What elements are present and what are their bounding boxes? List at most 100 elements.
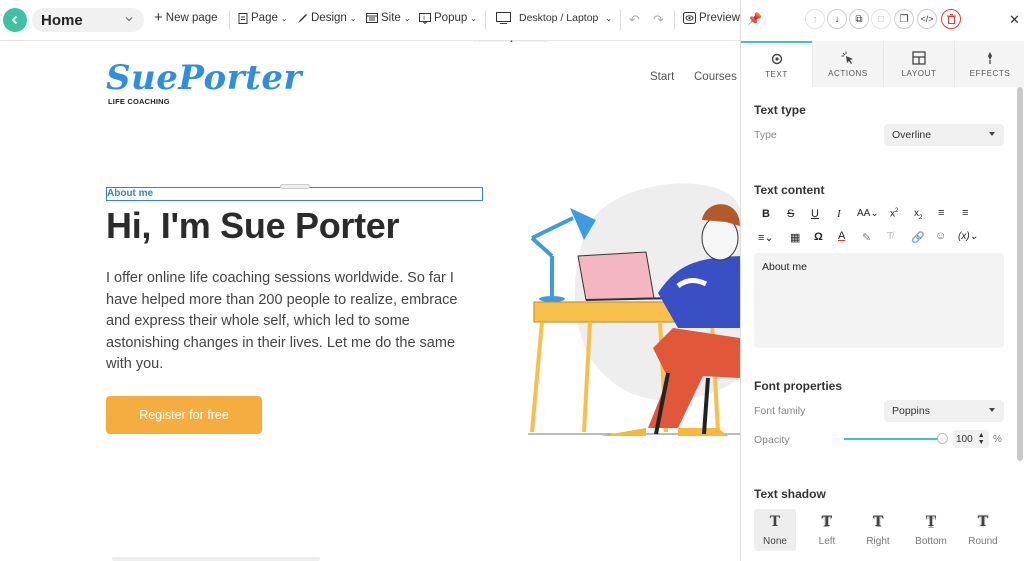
device-selector-label: Desktop / Laptop <box>519 12 599 24</box>
pin-icon[interactable]: 📌 <box>747 12 762 26</box>
preview-button[interactable]: Preview <box>683 12 740 24</box>
plus-icon: + <box>154 9 163 26</box>
tab-layout-label: LAYOUT <box>901 68 937 78</box>
hero-heading[interactable]: Hi, I'm Sue Porter <box>106 205 400 247</box>
page-menu-button[interactable]: Page ⌄ <box>238 12 288 24</box>
toolbar-divider <box>485 10 486 30</box>
hero-paragraph-line: with you. <box>106 356 164 373</box>
hero-paragraph[interactable]: I offer online life coaching sessions wo… <box>106 268 486 376</box>
type-select[interactable]: Overline <box>884 124 1004 146</box>
text-color-icon[interactable]: A <box>838 230 845 242</box>
strikethrough-icon[interactable]: S <box>787 208 794 220</box>
section-divider <box>112 557 320 561</box>
arrow-up-icon: ↑ <box>812 13 818 25</box>
back-button[interactable] <box>3 8 27 32</box>
tab-text[interactable]: TEXT <box>741 41 812 87</box>
paste-button[interactable]: □ <box>871 9 891 29</box>
new-page-button[interactable]: + New page <box>154 9 218 26</box>
subscript-icon[interactable]: x2 <box>914 208 922 221</box>
nav-link-start[interactable]: Start <box>650 71 674 83</box>
opacity-slider-thumb[interactable] <box>937 433 948 444</box>
arrow-down-icon: ↓ <box>834 13 840 25</box>
underline-icon[interactable]: U <box>811 208 819 220</box>
opacity-label: Opacity <box>754 434 790 446</box>
font-family-select[interactable]: Poppins <box>884 400 1004 422</box>
drag-handle[interactable] <box>280 184 310 189</box>
site-logo[interactable]: SuePorter <box>106 58 302 98</box>
svg-text:i: i <box>423 15 425 22</box>
shadow-option-right[interactable]: T Right <box>857 509 899 551</box>
emoji-icon[interactable]: ☺ <box>935 230 946 242</box>
shadow-option-round[interactable]: T Round <box>962 509 1004 551</box>
highlighter-icon[interactable]: ✎ <box>862 231 871 244</box>
tab-actions[interactable]: ACTIONS <box>812 41 883 87</box>
device-selector[interactable]: Desktop / Laptop ⌄ <box>496 12 612 24</box>
move-up-button[interactable]: ↑ <box>805 9 825 29</box>
tab-layout[interactable]: LAYOUT <box>883 41 954 87</box>
page-selector[interactable]: Home <box>32 8 144 32</box>
brush-icon <box>298 13 307 23</box>
italic-icon[interactable]: I <box>837 208 841 220</box>
chevron-down-icon: ⌄ <box>349 13 357 23</box>
text-shadow-heading: Text shadow <box>754 487 826 501</box>
layout-icon <box>912 50 926 65</box>
duplicate-button[interactable]: ⧉ <box>849 9 869 29</box>
trash-icon <box>946 14 956 24</box>
overline-text[interactable]: About me <box>107 188 153 199</box>
coaching-illustration[interactable] <box>528 178 740 438</box>
panel-scrollbar[interactable] <box>1017 87 1023 461</box>
register-button[interactable]: Register for free <box>106 396 262 434</box>
shadow-option-bottom[interactable]: T Bottom <box>910 509 952 551</box>
toolbar-divider <box>620 10 621 30</box>
tab-text-label: TEXT <box>765 69 788 79</box>
eye-icon <box>683 12 696 24</box>
popup-menu-button[interactable]: i Popup ⌄ <box>419 12 477 24</box>
design-menu-label: Design <box>311 12 347 24</box>
table-icon[interactable]: ▦ <box>790 231 800 244</box>
opacity-input[interactable]: 100 ▲ ▼ <box>953 430 989 448</box>
superscript-icon[interactable]: x2 <box>890 208 898 219</box>
page-canvas: SuePorter LIFE COACHING Start Courses Ab… <box>0 42 740 561</box>
hero-paragraph-line: and express their whole self, which led … <box>106 313 410 330</box>
tab-effects[interactable]: EFFECTS <box>954 41 1024 87</box>
text-content-editor[interactable]: About me <box>754 253 1004 348</box>
shadow-option-none[interactable]: T None <box>754 509 796 551</box>
text-t-icon: T <box>821 513 833 530</box>
chevron-down-icon: ⌄ <box>470 13 477 23</box>
move-down-button[interactable]: ↓ <box>827 9 847 29</box>
omega-icon[interactable]: Ω <box>814 231 823 243</box>
text-content-heading: Text content <box>754 183 825 197</box>
nav-link-courses[interactable]: Courses <box>694 71 737 83</box>
panel-tabs: TEXT ACTIONS LAYOUT EFFECTS <box>741 41 1024 87</box>
bullet-list-icon[interactable]: ≡ <box>938 207 944 219</box>
clear-format-icon[interactable]: T̸ <box>887 231 893 242</box>
bold-icon[interactable]: B <box>762 208 770 220</box>
design-menu-button[interactable]: Design ⌄ <box>297 12 357 24</box>
opacity-slider-track[interactable] <box>844 438 942 440</box>
close-icon[interactable]: ✕ <box>1009 12 1020 28</box>
monitor-icon <box>496 12 511 24</box>
numbered-list-icon[interactable]: ≡ <box>962 207 968 219</box>
redo-button[interactable]: ↷ <box>653 12 664 28</box>
copy-button[interactable]: ❐ <box>894 9 914 29</box>
site-menu-button[interactable]: Site ⌄ <box>366 12 411 24</box>
shadow-option-label: Right <box>866 535 890 547</box>
font-size-icon[interactable]: AA⌄ <box>857 208 879 219</box>
delete-button[interactable] <box>941 9 961 29</box>
code-button[interactable]: </> <box>917 9 937 29</box>
undo-icon: ↶ <box>629 12 640 27</box>
variable-icon[interactable]: (x)⌄ <box>958 231 978 242</box>
shadow-option-left[interactable]: T Left <box>806 509 848 551</box>
align-icon[interactable]: ≡⌄ <box>758 231 774 244</box>
tab-actions-label: ACTIONS <box>828 68 868 78</box>
chevron-down-icon <box>125 17 133 22</box>
preview-label: Preview <box>699 12 740 24</box>
type-select-value: Overline <box>892 129 932 141</box>
popup-menu-label: Popup <box>434 12 468 24</box>
undo-button[interactable]: ↶ <box>629 12 640 28</box>
link-icon[interactable]: 🔗 <box>911 231 925 244</box>
properties-panel: 📌 ↑ ↓ ⧉ □ ❐ </> ✕ TEXT ACTIONS LAYOUT EF… <box>740 0 1024 561</box>
text-t-icon: T <box>872 513 884 530</box>
shadow-option-label: Bottom <box>915 535 947 547</box>
site-icon <box>366 13 378 23</box>
